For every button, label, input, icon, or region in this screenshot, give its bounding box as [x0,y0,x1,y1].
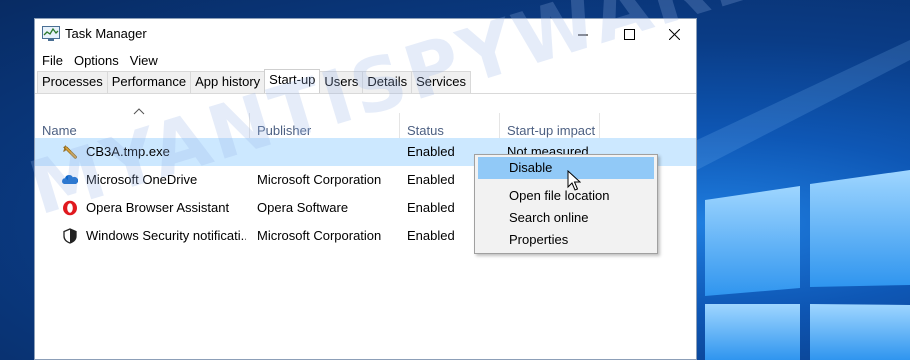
onedrive-cloud-icon [62,174,78,184]
close-icon [668,28,680,40]
minimize-icon [577,34,588,35]
column-header-status[interactable]: Status [400,113,500,141]
tab-services[interactable]: Services [411,71,471,93]
maximize-button[interactable] [606,19,652,49]
mouse-cursor-icon [567,170,581,191]
column-headers: Name Publisher Status Start-up impact [35,113,696,142]
task-manager-icon [42,26,60,41]
opera-icon [63,200,77,216]
shield-icon [63,228,77,244]
context-menu: Disable Open file location Search online… [474,154,658,254]
window-title: Task Manager [65,26,147,41]
title-bar: Task Manager [35,19,696,49]
tab-strip: Processes Performance App history Start-… [35,69,696,94]
tab-details[interactable]: Details [362,71,413,93]
context-menu-search-online[interactable]: Search online [478,207,654,229]
tab-users[interactable]: Users [319,71,364,93]
context-menu-disable[interactable]: Disable [478,157,654,179]
column-header-impact[interactable]: Start-up impact [500,113,600,141]
column-header-name[interactable]: Name [35,113,250,141]
menu-file[interactable]: File [41,53,70,68]
tab-app-history[interactable]: App history [190,71,266,93]
menu-view[interactable]: View [129,53,165,68]
tab-start-up[interactable]: Start-up [264,69,321,93]
row-name: CB3A.tmp.exe [86,144,170,159]
minimize-button[interactable] [560,19,606,49]
close-button[interactable] [651,19,697,49]
menu-options[interactable]: Options [73,53,126,68]
tab-performance[interactable]: Performance [106,71,192,93]
maximize-icon [623,28,635,40]
wrench-icon [63,145,77,159]
row-publisher: Microsoft Corporation [257,172,382,187]
column-header-publisher[interactable]: Publisher [250,113,400,141]
row-name: Windows Security notificati... [86,228,246,243]
context-menu-open-file-location[interactable]: Open file location [478,185,654,207]
row-name: Opera Browser Assistant [86,200,230,215]
tab-processes[interactable]: Processes [37,71,108,93]
row-publisher: Microsoft Corporation [257,228,382,243]
menu-bar: File Options View [35,49,696,71]
row-publisher: Opera Software [257,200,349,215]
context-menu-properties[interactable]: Properties [478,229,654,251]
row-name: Microsoft OneDrive [86,172,198,187]
